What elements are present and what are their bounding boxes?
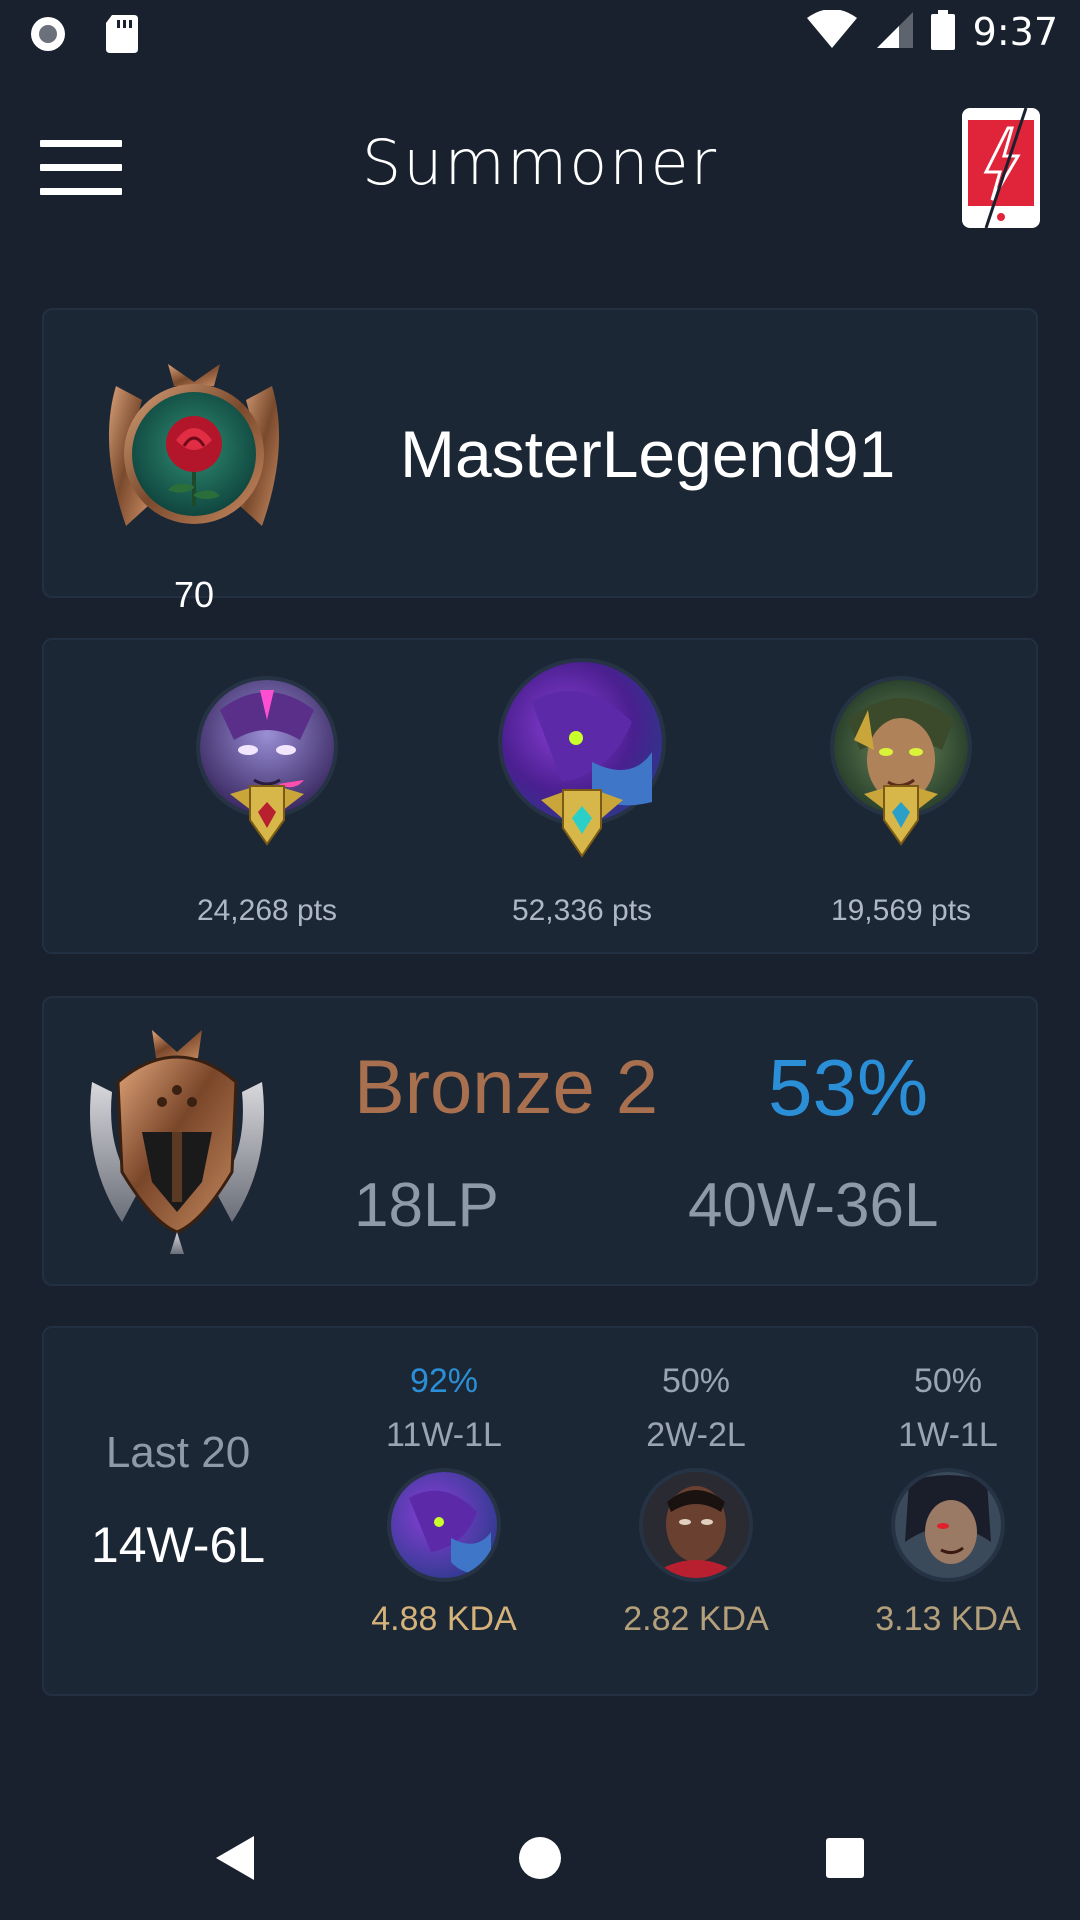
back-icon[interactable]: [214, 1834, 258, 1887]
mastery-points: 19,569 pts: [830, 894, 972, 927]
recent-champion-record: 11W-1L: [386, 1416, 502, 1454]
rose-profile-icon: 70: [96, 356, 292, 615]
champion-portrait-void-icon: [391, 1472, 497, 1578]
recent-champion-winrate: 92%: [409, 1362, 479, 1400]
mastery-champion-2[interactable]: 52,336 pts: [462, 662, 702, 927]
mastery-7-badge-icon: [226, 784, 308, 853]
status-bar: 9:37: [0, 0, 1080, 64]
status-time: 9:37: [972, 10, 1058, 54]
ranked-winrate: 53%: [768, 1043, 929, 1132]
recent-champion-2[interactable]: 50% 2W-2L 2.82 KDA: [586, 1362, 806, 1639]
rank-tier: Bronze 2: [354, 1045, 659, 1130]
summoner-level: 70: [173, 574, 215, 615]
home-icon[interactable]: [518, 1834, 562, 1887]
recent-champion-kda: 2.82 KDA: [623, 1600, 769, 1638]
mastery-points: 24,268 pts: [196, 894, 338, 927]
app-bar: Summoner: [0, 90, 1080, 240]
summoner-name: MasterLegend91: [400, 417, 896, 491]
signal-icon: [875, 10, 913, 55]
league-points: 18LP: [354, 1171, 499, 1240]
recent-champion-winrate: 50%: [661, 1362, 731, 1400]
bronze-emblem-icon: [82, 1022, 272, 1258]
profile-card[interactable]: 70 MasterLegend91: [42, 308, 1038, 615]
battery-icon: [930, 9, 955, 55]
mastery-champion-1[interactable]: 24,268 pts: [147, 680, 387, 927]
recent-champion-kda: 4.88 KDA: [371, 1600, 517, 1638]
sd-card-icon: [106, 15, 138, 58]
champion-portrait-shadow-icon: [895, 1472, 1001, 1578]
recent-champion-winrate: 50%: [913, 1362, 983, 1400]
summoner-screen: 9:37 Summoner 70 MasterLegend91 24,268 p…: [0, 0, 1080, 1920]
recent-games-label: Last 20: [105, 1428, 251, 1477]
recent-games-record: 14W-6L: [90, 1517, 266, 1573]
champion-portrait-dark-icon: [643, 1472, 749, 1578]
recent-champion-1[interactable]: 92% 11W-1L 4.88 KDA: [334, 1362, 554, 1639]
mastery-7-badge-icon: [537, 788, 627, 865]
mastery-card: 24,268 pts 52,336 pts 19,569 pts: [42, 638, 1038, 954]
phone-boost-icon[interactable]: [960, 106, 1042, 230]
recent-champion-kda: 3.13 KDA: [875, 1600, 1021, 1638]
system-nav-bar: [0, 1800, 1080, 1920]
mastery-points: 52,336 pts: [511, 894, 653, 927]
mastery-7-badge-icon: [860, 784, 942, 853]
ranked-card[interactable]: Bronze 2 53% 18LP 40W-36L: [42, 996, 1038, 1286]
recents-icon[interactable]: [824, 1834, 866, 1887]
ranked-record: 40W-36L: [688, 1171, 939, 1240]
recent-champion-3[interactable]: 50% 1W-1L 3.13 KDA: [838, 1362, 1058, 1639]
wifi-icon: [806, 8, 857, 55]
page-title: Summoner: [361, 126, 719, 199]
recent-champion-record: 2W-2L: [646, 1416, 746, 1454]
record-icon: [28, 14, 68, 59]
recent-games-card[interactable]: Last 20 14W-6L 92% 11W-1L 4.88 KDA 50% 2…: [42, 1326, 1038, 1696]
recent-champion-record: 1W-1L: [898, 1416, 998, 1454]
mastery-champion-3[interactable]: 19,569 pts: [781, 680, 1021, 927]
